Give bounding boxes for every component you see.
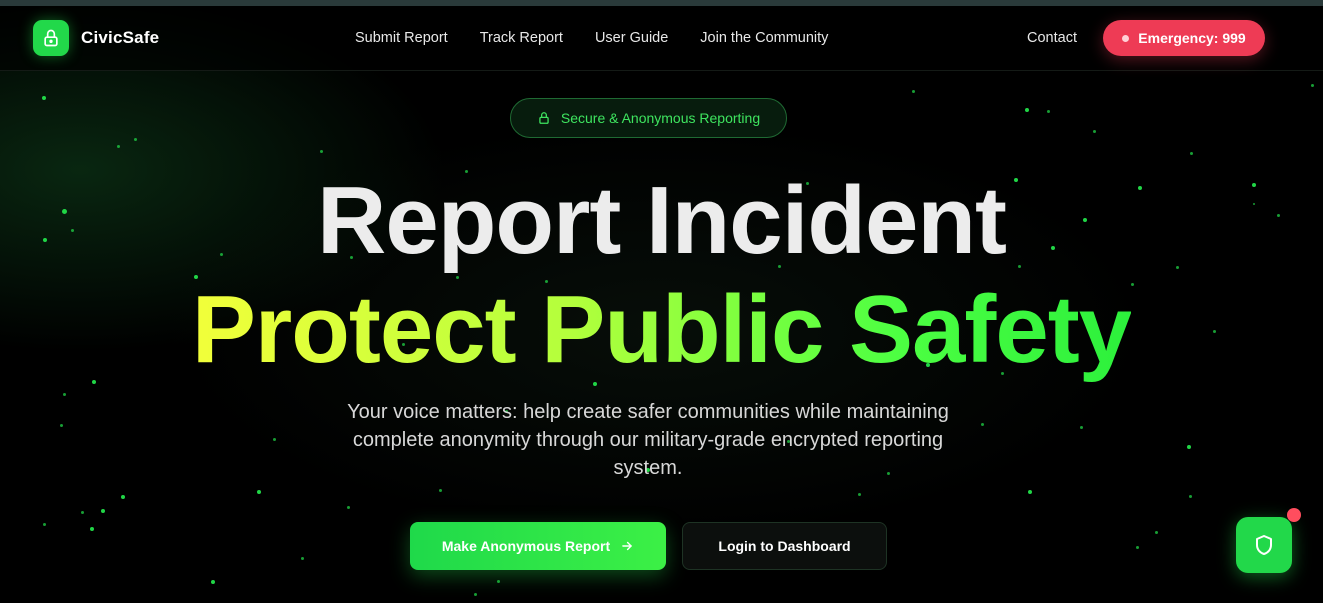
particle-dot: [1155, 531, 1158, 534]
particle-dot: [43, 523, 46, 526]
particle-dot: [320, 150, 323, 153]
nav-join-community[interactable]: Join the Community: [700, 30, 828, 46]
particle-dot: [63, 393, 66, 396]
logo-lock-icon[interactable]: [33, 20, 69, 56]
login-dashboard-button[interactable]: Login to Dashboard: [682, 522, 887, 570]
primary-button-label: Make Anonymous Report: [441, 538, 611, 554]
particle-dot: [497, 580, 500, 583]
particle-dot: [301, 557, 304, 560]
particle-dot: [1047, 110, 1050, 113]
lock-icon: [539, 112, 549, 124]
particle-dot: [117, 145, 120, 148]
nav-track-report[interactable]: Track Report: [480, 30, 563, 46]
emergency-button[interactable]: Emergency: 999: [1103, 20, 1265, 56]
emergency-label: Emergency: 999: [1138, 30, 1246, 46]
make-anonymous-report-button[interactable]: Make Anonymous Report: [410, 522, 666, 570]
particle-dot: [1025, 108, 1029, 112]
notification-dot: [1287, 508, 1301, 522]
nav-contact[interactable]: Contact: [1027, 30, 1077, 46]
navbar: CivicSafe Submit Report Track Report Use…: [0, 6, 1323, 71]
floating-shield-button[interactable]: [1236, 517, 1292, 573]
particle-dot: [101, 509, 105, 513]
nav-submit-report[interactable]: Submit Report: [355, 30, 448, 46]
particle-dot: [1189, 495, 1192, 498]
secure-badge-label: Secure & Anonymous Reporting: [560, 110, 761, 126]
hero-subtitle: Your voice matters: help create safer co…: [347, 401, 949, 479]
particle-dot: [1028, 490, 1032, 494]
particle-dot: [858, 493, 861, 496]
particle-dot: [1187, 445, 1191, 449]
particle-dot: [912, 90, 915, 93]
particle-dot: [134, 138, 137, 141]
particle-dot: [90, 527, 94, 531]
particle-dot: [439, 489, 442, 492]
particle-dot: [273, 438, 276, 441]
particle-dot: [257, 490, 261, 494]
arrow-right-icon: [622, 541, 632, 551]
emergency-dot-icon: [1122, 34, 1130, 42]
particle-dot: [1190, 152, 1193, 155]
particle-dot: [1080, 426, 1083, 429]
particle-dot: [347, 506, 350, 509]
hero-title-line2: Protect Public Safety: [0, 275, 1323, 385]
brand-name[interactable]: CivicSafe: [81, 28, 159, 48]
hero-title-line2-text: Protect Public Safety: [191, 276, 1132, 383]
secondary-button-label: Login to Dashboard: [718, 538, 851, 554]
particle-dot: [1311, 84, 1314, 87]
particle-dot: [60, 424, 63, 427]
shield-icon: [1256, 535, 1272, 555]
particle-dot: [81, 511, 84, 514]
particle-dot: [981, 423, 984, 426]
main-nav: Submit Report Track Report User Guide Jo…: [355, 30, 828, 46]
nav-user-guide[interactable]: User Guide: [595, 30, 668, 46]
particle-dot: [42, 96, 46, 100]
landing-page: CivicSafe Submit Report Track Report Use…: [0, 0, 1323, 603]
particle-dot: [474, 593, 477, 596]
secure-badge: Secure & Anonymous Reporting: [510, 98, 787, 138]
particle-dot: [1136, 546, 1139, 549]
particle-dot: [211, 580, 215, 584]
hero-title-line1: Report Incident: [316, 167, 1007, 274]
particle-dot: [1093, 130, 1096, 133]
particle-dot: [121, 495, 125, 499]
